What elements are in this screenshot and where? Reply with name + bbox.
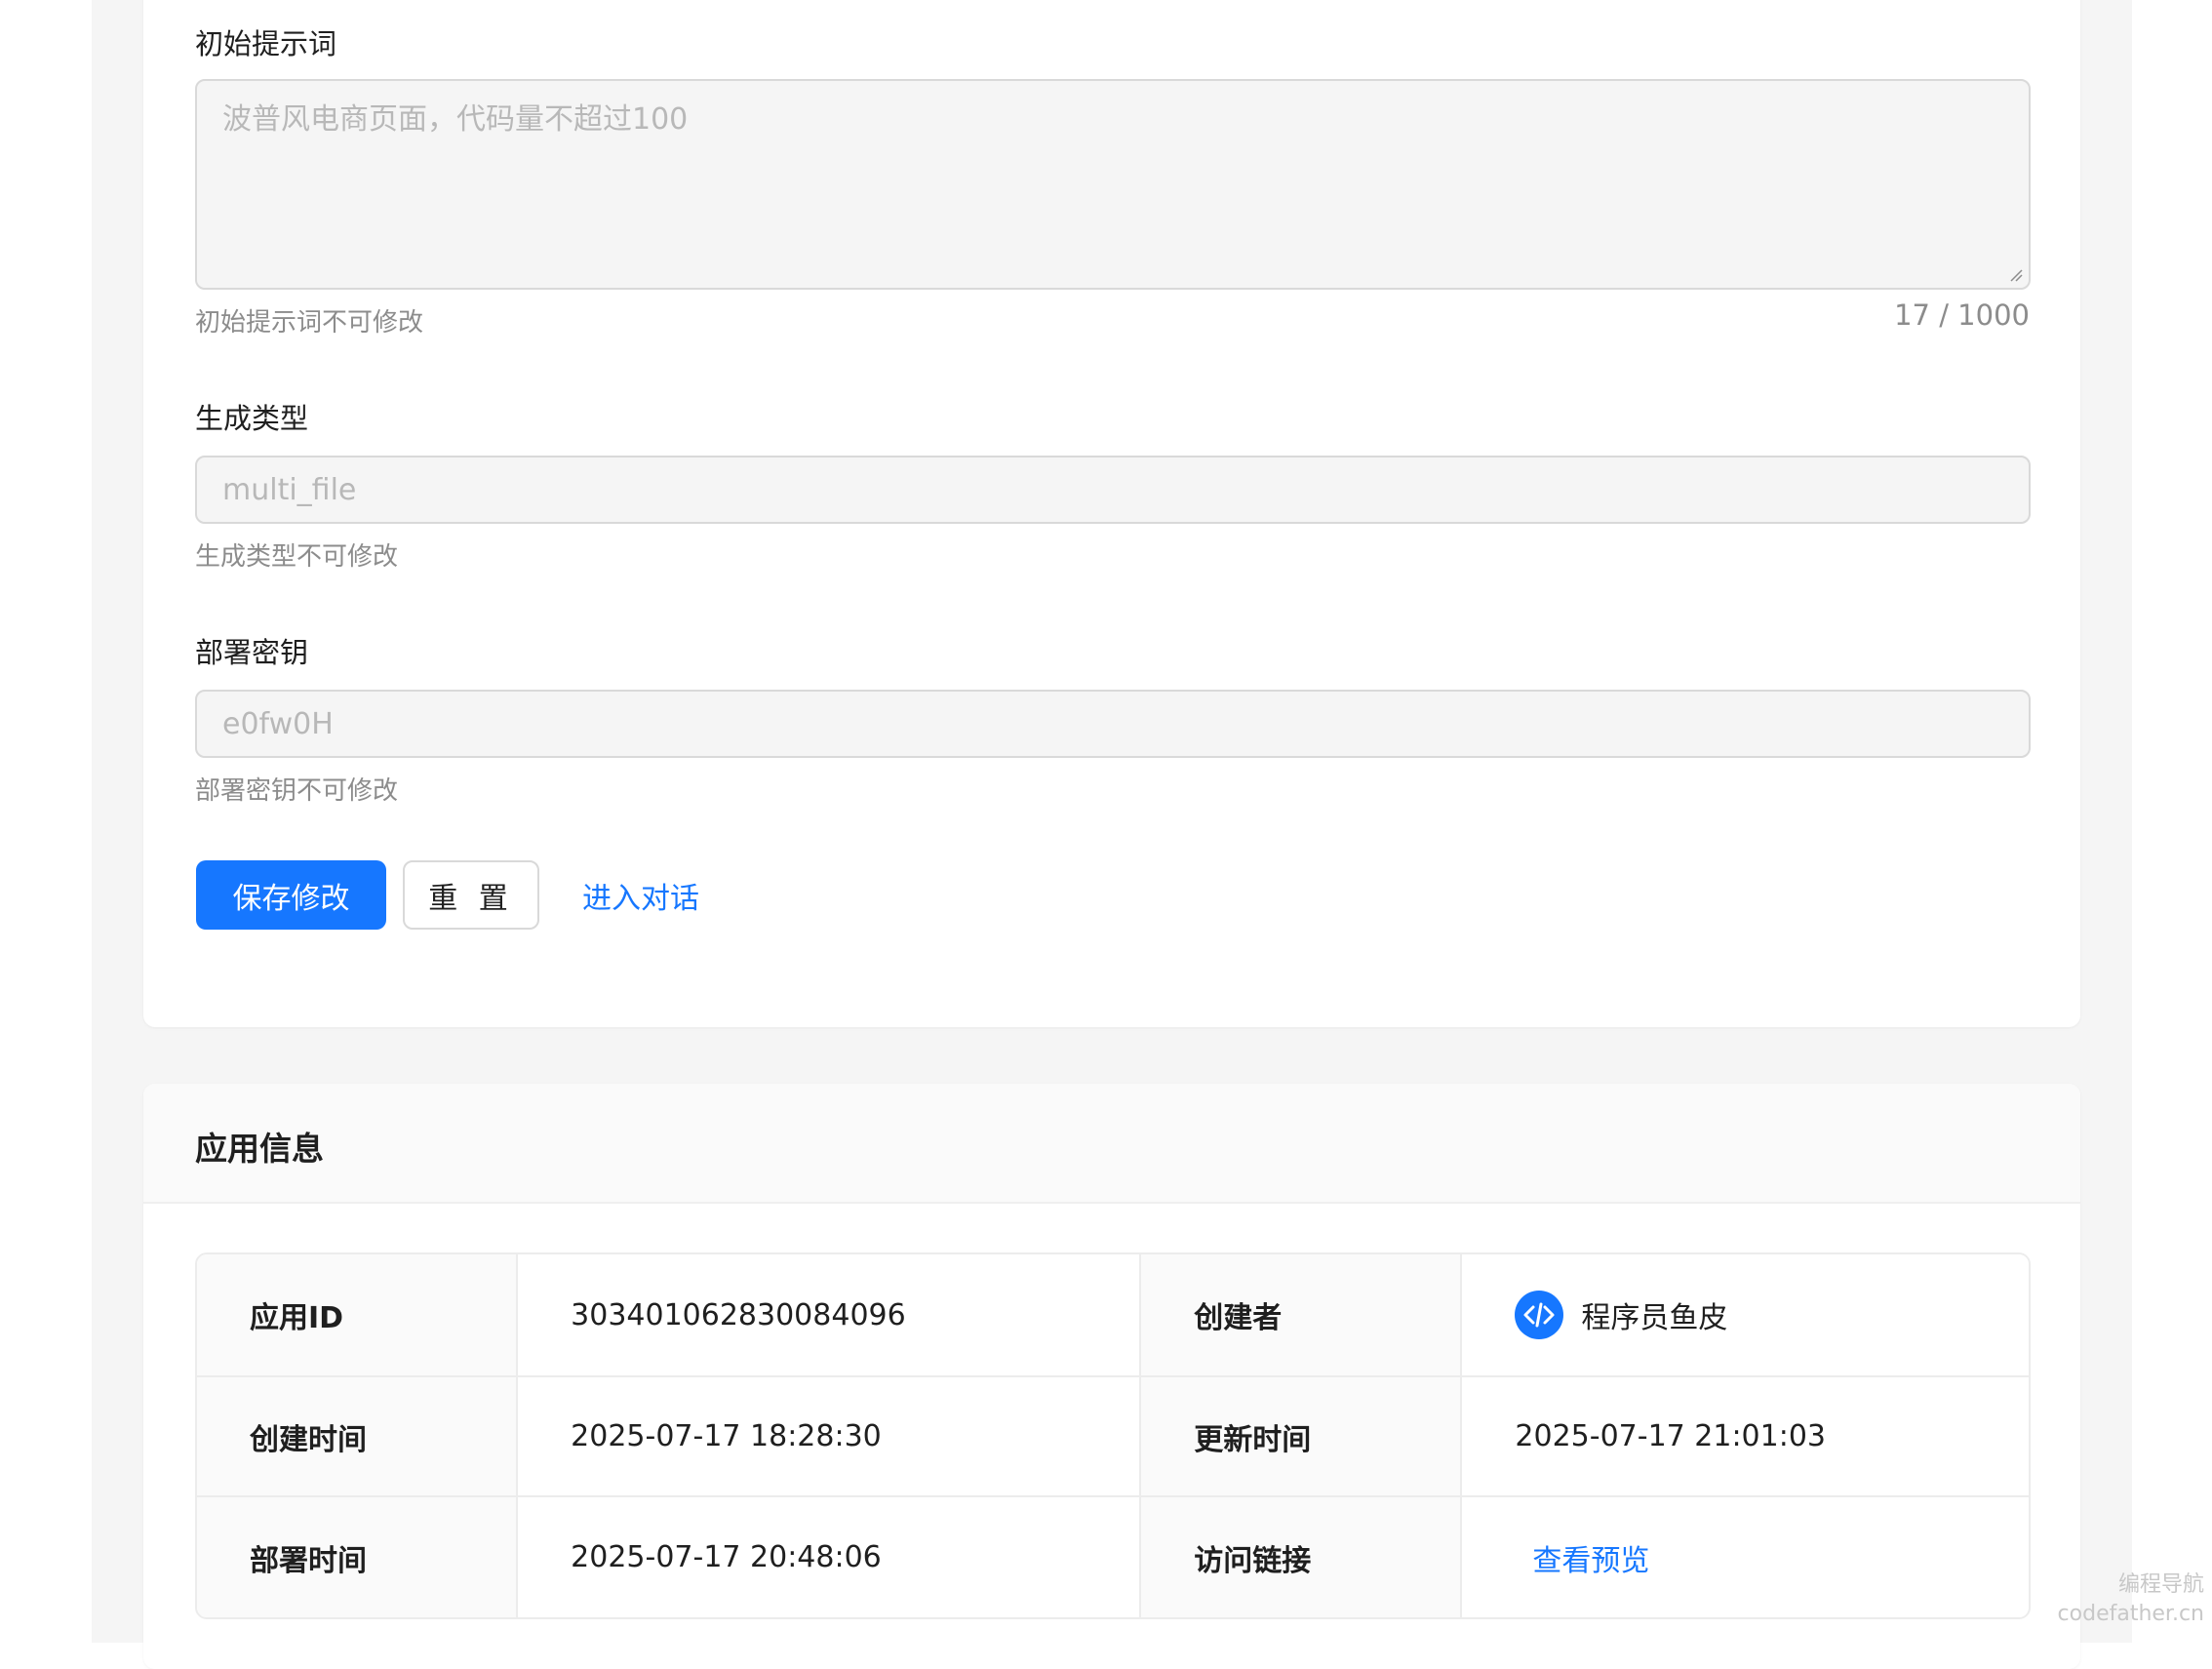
prompt-placeholder: 波普风电商页面，代码量不超过100 bbox=[222, 102, 689, 137]
created-time-value: 2025-07-17 18:28:30 bbox=[518, 1377, 1142, 1497]
enter-chat-link[interactable]: 进入对话 bbox=[573, 860, 709, 930]
deployed-time-label: 部署时间 bbox=[197, 1497, 519, 1617]
watermark: 编程导航 codefather.cn bbox=[2058, 1570, 2204, 1629]
resize-grip-icon[interactable] bbox=[2009, 268, 2023, 282]
deploy-key-input[interactable]: e0fw0H bbox=[195, 690, 2031, 758]
created-time-label: 创建时间 bbox=[197, 1377, 519, 1497]
info-row: 应用ID 303401062830084096 创建者 程序员鱼皮 bbox=[197, 1254, 2029, 1377]
app-edit-form-card: 初始提示词 波普风电商页面，代码量不超过100 初始提示词不可修改 17 / 1… bbox=[143, 0, 2080, 1027]
info-row: 部署时间 2025-07-17 20:48:06 访问链接 查看预览 bbox=[197, 1497, 2029, 1617]
info-row: 创建时间 2025-07-17 18:28:30 更新时间 2025-07-17… bbox=[197, 1377, 2029, 1497]
creator-label: 创建者 bbox=[1141, 1254, 1463, 1377]
watermark-line1: 编程导航 bbox=[2117, 1572, 2204, 1597]
app-id-label: 应用ID bbox=[197, 1254, 519, 1377]
prompt-char-counter: 17 / 1000 bbox=[1894, 298, 2030, 332]
code-avatar-icon bbox=[1515, 1291, 1564, 1339]
gen-type-label: 生成类型 bbox=[195, 402, 309, 435]
prompt-label: 初始提示词 bbox=[195, 27, 337, 60]
gen-type-value: multi_file bbox=[222, 472, 357, 507]
access-link-label: 访问链接 bbox=[1141, 1497, 1463, 1617]
deployed-time-value: 2025-07-17 20:48:06 bbox=[518, 1497, 1142, 1617]
gen-type-help-text: 生成类型不可修改 bbox=[195, 542, 399, 572]
prompt-textarea[interactable]: 波普风电商页面，代码量不超过100 bbox=[195, 79, 2031, 290]
access-link-cell: 查看预览 bbox=[1462, 1497, 2029, 1617]
deploy-key-value: e0fw0H bbox=[222, 706, 334, 741]
creator-cell: 程序员鱼皮 bbox=[1462, 1254, 2029, 1377]
app-info-descriptions: 应用ID 303401062830084096 创建者 程序员鱼皮 创建时间 2… bbox=[195, 1252, 2031, 1619]
deploy-key-help-text: 部署密钥不可修改 bbox=[195, 776, 399, 806]
updated-time-value: 2025-07-17 21:01:03 bbox=[1462, 1377, 2029, 1497]
creator-name: 程序员鱼皮 bbox=[1581, 1301, 1728, 1335]
app-id-value: 303401062830084096 bbox=[518, 1254, 1142, 1377]
app-info-title: 应用信息 bbox=[195, 1130, 324, 1168]
updated-time-label: 更新时间 bbox=[1141, 1377, 1463, 1497]
reset-button[interactable]: 重 置 bbox=[403, 860, 539, 930]
app-info-card: 应用信息 应用ID 303401062830084096 创建者 程序员鱼皮 创… bbox=[143, 1084, 2080, 1669]
deploy-key-label: 部署密钥 bbox=[195, 636, 309, 669]
view-preview-link[interactable]: 查看预览 bbox=[1515, 1544, 1649, 1578]
gen-type-input[interactable]: multi_file bbox=[195, 456, 2031, 524]
watermark-line2: codefather.cn bbox=[2057, 1602, 2204, 1626]
save-changes-button[interactable]: 保存修改 bbox=[196, 860, 386, 930]
prompt-help-text: 初始提示词不可修改 bbox=[195, 308, 424, 338]
app-info-header: 应用信息 bbox=[143, 1084, 2080, 1204]
